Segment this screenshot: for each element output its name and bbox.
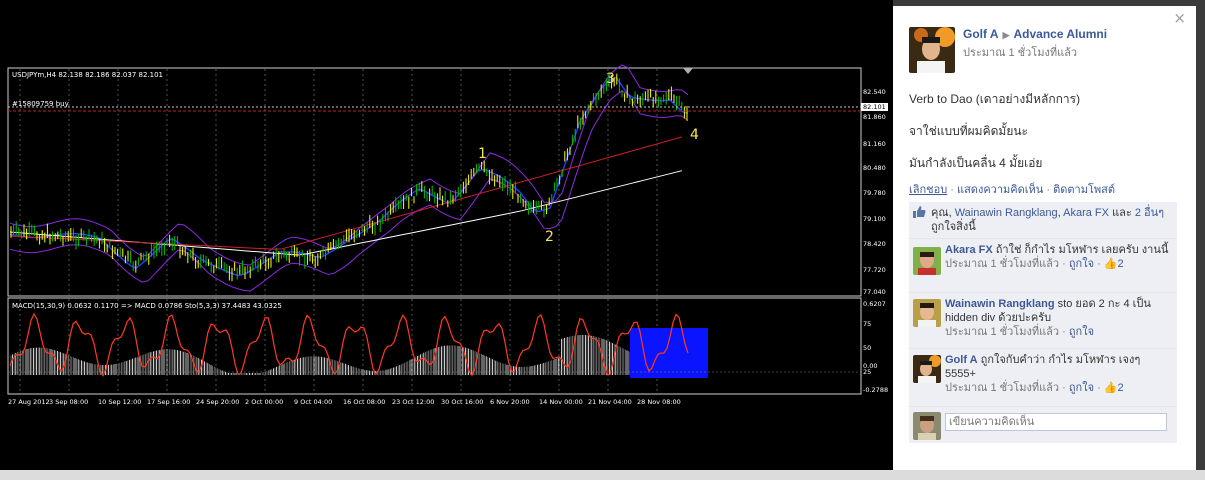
- order-label: #15809759 buy: [12, 100, 69, 108]
- viewer-avatar: [913, 412, 941, 440]
- likes-separator: ,: [1057, 207, 1061, 219]
- likes-and: และ: [1112, 207, 1132, 219]
- post-line-1: Verb to Dao (เดาอย่างมีหลักการ): [909, 92, 1081, 106]
- likes-summary: คุณ, Wainawin Rangklang, Akara FX และ 2 …: [909, 202, 1177, 238]
- comment-like-link[interactable]: ถูกใจ: [1069, 326, 1094, 338]
- wave-label-2: 2: [545, 229, 554, 245]
- post-actions: เลิกชอบ · แสดงความคิดเห็น · ติดตามโพสต์: [909, 184, 1115, 196]
- post-author-link[interactable]: Golf A: [963, 27, 999, 41]
- macd-tick-label: 0.6207: [863, 300, 886, 308]
- forex-chart: USDJPYm,H4 82.138 82.186 82.037 82.101 #…: [0, 0, 893, 480]
- post-author-line: Golf A ▶ Advance Alumni: [963, 27, 1107, 41]
- time-tick-label: 9 Oct 04:00: [294, 398, 332, 406]
- commenter-avatar[interactable]: [913, 299, 941, 327]
- likes-suffix: ถูกใจสิ่งนี้: [931, 221, 976, 233]
- price-tick-label: 80.480: [863, 164, 886, 172]
- feedback-box: คุณ, Wainawin Rangklang, Akara FX และ 2 …: [909, 202, 1177, 443]
- group-link[interactable]: Advance Alumni: [1013, 27, 1107, 41]
- triangle-right-icon: ▶: [1002, 30, 1010, 40]
- commenter-avatar[interactable]: [913, 355, 941, 383]
- author-avatar[interactable]: [909, 27, 955, 73]
- liker-link-1[interactable]: Wainawin Rangklang: [955, 207, 1058, 219]
- post-line-2: จาใช่แบบที่ผมคิดมั้ยนะ: [909, 124, 1029, 138]
- time-tick-label: 2 Oct 00:00: [245, 398, 283, 406]
- comment-time[interactable]: ประมาณ 1 ชั่วโมงที่แล้ว: [945, 382, 1059, 394]
- follow-post-link[interactable]: ติดตามโพสต์: [1053, 184, 1115, 196]
- commenter-name[interactable]: Golf A: [945, 354, 978, 366]
- comment-time[interactable]: ประมาณ 1 ชั่วโมงที่แล้ว: [945, 326, 1059, 338]
- wave-label-4: 4: [690, 127, 699, 143]
- wave-label-3: 3: [606, 71, 615, 87]
- highlight-box: [630, 328, 708, 378]
- macd-tick-label: 25: [863, 368, 871, 376]
- time-tick-label: 28 Nov 08:00: [637, 398, 681, 406]
- likes-you: คุณ,: [931, 207, 952, 219]
- price-tick-label: 82.540: [863, 88, 886, 96]
- macd-header: MACD(15,30,9) 0.0632 0.1170 => MACD 0.07…: [12, 302, 282, 310]
- comment-like-link[interactable]: ถูกใจ: [1069, 382, 1094, 394]
- time-tick-label: 21 Nov 04:00: [588, 398, 632, 406]
- commenter-name[interactable]: Akara FX: [945, 244, 993, 256]
- comment-like-link[interactable]: ถูกใจ: [1069, 258, 1094, 270]
- commenter-name[interactable]: Wainawin Rangklang: [945, 298, 1055, 310]
- comment-item: Wainawin Rangklang sto ยอด 2 กะ 4 เป็น h…: [909, 292, 1177, 349]
- comment-item: Golf A ถูกใจกับคำว่า กำไร มโหฬาร เจงๆ 55…: [909, 348, 1177, 407]
- likes-others-link[interactable]: 2 อื่นๆ: [1135, 207, 1164, 219]
- time-tick-label: 10 Sep 12:00: [98, 398, 141, 406]
- comment-composer: [909, 406, 1177, 444]
- time-tick-label: 27 Aug 2012: [8, 398, 50, 406]
- price-tick-label: 81.860: [863, 113, 886, 121]
- comment-text: ถ้าใช่ ก็กำไร มโหฬาร เลยครับ งานนี้: [995, 244, 1169, 256]
- comment-like-count[interactable]: 👍2: [1104, 382, 1124, 394]
- thumbs-up-icon: [913, 206, 926, 221]
- liker-link-2[interactable]: Akara FX: [1063, 207, 1109, 219]
- comment-like-count[interactable]: 👍2: [1104, 258, 1124, 270]
- background-page-strip: [0, 470, 1205, 480]
- time-tick-label: 16 Oct 08:00: [343, 398, 385, 406]
- time-tick-label: 30 Oct 16:00: [441, 398, 483, 406]
- time-tick-label: 3 Sep 08:00: [49, 398, 88, 406]
- comment-time[interactable]: ประมาณ 1 ชั่วโมงที่แล้ว: [945, 258, 1059, 270]
- time-tick-label: 24 Sep 20:00: [196, 398, 239, 406]
- commenter-avatar[interactable]: [913, 247, 941, 275]
- macd-tick-label: -0.2788: [863, 386, 888, 394]
- time-tick-label: 17 Sep 16:00: [147, 398, 190, 406]
- comment-link[interactable]: แสดงความคิดเห็น: [957, 184, 1043, 196]
- photo-comments-panel: × Golf A ▶ Advance Alumni ประมาณ 1 ชั่วโมง…: [893, 6, 1196, 470]
- price-tick-label: 77.040: [863, 288, 886, 296]
- macd-tick-label: 75: [863, 320, 871, 328]
- wave-label-1: 1: [478, 146, 487, 162]
- comment-item: Akara FX ถ้าใช่ ก็กำไร มโหฬาร เลยครับ งา…: [909, 238, 1177, 293]
- macd-tick-label: 50: [863, 344, 871, 352]
- symbol-header: USDJPYm,H4 82.138 82.186 82.037 82.101: [12, 71, 163, 79]
- price-tick-label: 79.780: [863, 189, 886, 197]
- comment-input[interactable]: [945, 413, 1167, 431]
- unlike-link[interactable]: เลิกชอบ: [909, 184, 947, 196]
- post-line-3: มันกำลังเป็นคลื่น 4 มั้ยเอ่ย: [909, 156, 1043, 170]
- photo-viewer[interactable]: USDJPYm,H4 82.138 82.186 82.037 82.101 #…: [0, 0, 893, 480]
- price-tick-label: 77.720: [863, 266, 886, 274]
- time-tick-label: 23 Oct 12:00: [392, 398, 434, 406]
- post-timestamp[interactable]: ประมาณ 1 ชั่วโมงที่แล้ว: [963, 43, 1077, 61]
- time-tick-label: 14 Nov 00:00: [539, 398, 583, 406]
- time-tick-label: 6 Nov 20:00: [490, 398, 530, 406]
- close-icon[interactable]: ×: [1173, 9, 1186, 27]
- price-tick-label: 79.100: [863, 215, 886, 223]
- price-tick-label: 81.160: [863, 140, 886, 148]
- price-tick-label: 78.420: [863, 240, 886, 248]
- price-tick-label: 82.101: [863, 103, 886, 111]
